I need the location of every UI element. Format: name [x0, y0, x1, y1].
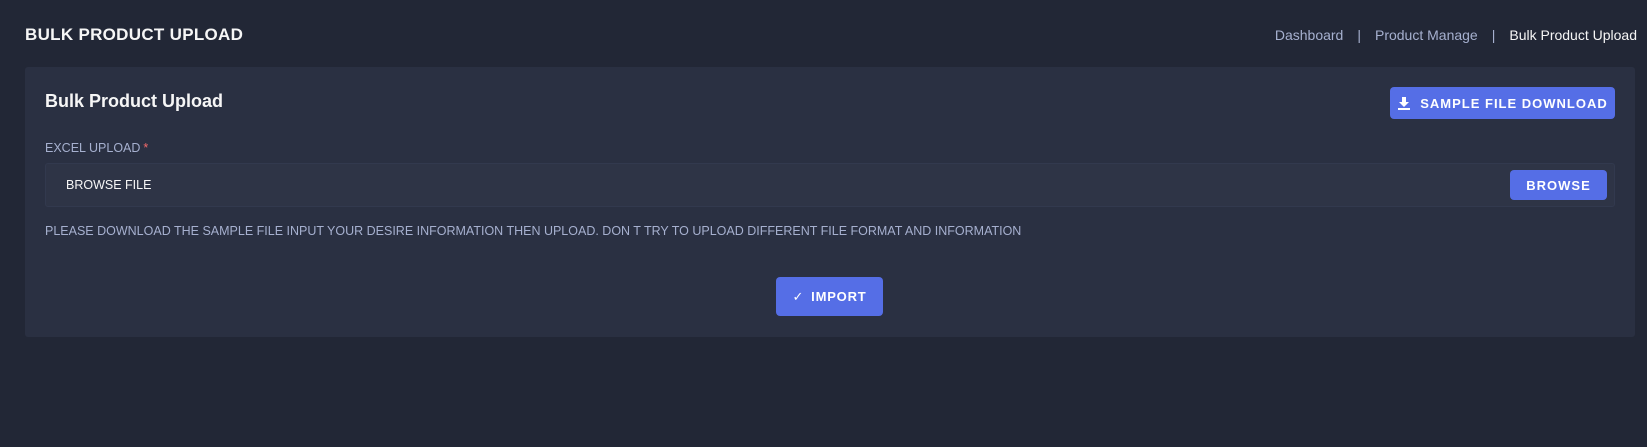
file-input-text: BROWSE FILE — [66, 178, 152, 192]
sample-file-download-label: SAMPLE FILE DOWNLOAD — [1420, 95, 1608, 111]
check-icon: ✓ — [792, 288, 805, 304]
breadcrumb: Dashboard | Product Manage | Bulk Produc… — [1275, 27, 1637, 43]
help-text: PLEASE DOWNLOAD THE SAMPLE FILE INPUT YO… — [45, 224, 1022, 238]
browse-button[interactable]: BROWSE — [1510, 170, 1607, 200]
breadcrumb-separator: | — [1491, 27, 1496, 43]
import-label: IMPORT — [811, 289, 867, 304]
breadcrumb-product-manage[interactable]: Product Manage — [1375, 27, 1478, 43]
sample-file-download-button[interactable]: SAMPLE FILE DOWNLOAD — [1390, 87, 1615, 119]
card-title: Bulk Product Upload — [45, 91, 224, 111]
breadcrumb-dashboard[interactable]: Dashboard — [1275, 27, 1344, 43]
excel-upload-label: EXCEL UPLOAD * — [45, 141, 148, 155]
bulk-upload-card: Bulk Product Upload SAMPLE FILE DOWNLOAD… — [25, 67, 1635, 337]
breadcrumb-bulk-product-upload: Bulk Product Upload — [1509, 27, 1637, 43]
download-icon — [1397, 96, 1411, 110]
breadcrumb-separator: | — [1357, 27, 1361, 43]
page: BULK PRODUCT UPLOAD Dashboard | Product … — [0, 0, 1647, 447]
required-mark: * — [143, 141, 149, 155]
page-header: BULK PRODUCT UPLOAD Dashboard | Product … — [25, 20, 1637, 50]
page-title: BULK PRODUCT UPLOAD — [25, 25, 244, 44]
import-button[interactable]: ✓ IMPORT — [776, 277, 883, 316]
excel-upload-label-text: EXCEL UPLOAD — [45, 141, 141, 155]
excel-file-input[interactable]: BROWSE FILE BROWSE — [45, 163, 1615, 207]
